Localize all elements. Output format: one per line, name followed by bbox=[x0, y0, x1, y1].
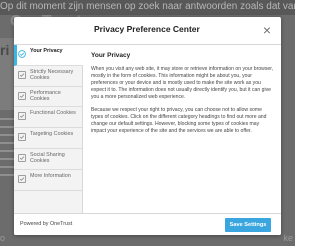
check-square-icon bbox=[18, 70, 26, 79]
tab-performance-cookies[interactable]: Performance Cookies bbox=[14, 87, 82, 108]
save-settings-button[interactable]: Save Settings bbox=[225, 218, 271, 232]
tab-label: Performance Cookies bbox=[30, 89, 61, 102]
tab-social-sharing-cookies[interactable]: Social Sharing Cookies bbox=[14, 149, 82, 170]
category-sidebar: Your Privacy Strictly Necessary Cookies Pe… bbox=[14, 45, 83, 213]
tab-label: Strictly Necessary Cookies bbox=[30, 68, 74, 81]
check-square-icon bbox=[18, 91, 26, 100]
tab-more-information[interactable]: More Information bbox=[14, 170, 82, 191]
tab-strictly-necessary-cookies[interactable]: Strictly Necessary Cookies bbox=[14, 66, 82, 87]
content-paragraph: When you visit any web site, it may stor… bbox=[91, 66, 274, 100]
check-circle-icon bbox=[18, 50, 26, 58]
modal-title: Privacy Preference Center bbox=[94, 24, 200, 34]
check-square-icon bbox=[18, 154, 26, 162]
close-icon[interactable]: × bbox=[260, 23, 274, 37]
modal-header: Privacy Preference Center × bbox=[14, 17, 281, 45]
content-paragraph: Because we respect your right to privacy… bbox=[91, 107, 267, 134]
tab-label: Social Sharing Cookies bbox=[30, 151, 65, 165]
background-bottom-right-text: ke bbox=[283, 233, 293, 243]
check-square-icon bbox=[18, 174, 26, 183]
content-panel: Your Privacy When you visit any web site… bbox=[91, 52, 275, 141]
tab-your-privacy[interactable]: Your Privacy bbox=[14, 45, 83, 66]
check-square-icon bbox=[18, 133, 26, 141]
page: Op dit moment zijn mensen op zoek naar a… bbox=[0, 0, 295, 246]
tab-label: Your Privacy bbox=[30, 48, 63, 54]
tab-label: Targeting Cookies bbox=[30, 131, 74, 138]
modal-footer: Powered by OneTrust Save Settings bbox=[14, 213, 281, 235]
background-bottom-text: o bbox=[0, 233, 6, 243]
tab-targeting-cookies[interactable]: Targeting Cookies bbox=[14, 128, 82, 149]
powered-by-text: Powered by OneTrust bbox=[20, 221, 73, 227]
background-banner-text: Op dit moment zijn mensen op zoek naar a… bbox=[0, 1, 295, 12]
check-square-icon bbox=[18, 112, 26, 121]
onetrust-logo bbox=[20, 20, 82, 42]
privacy-preference-modal: Privacy Preference Center × Your Privacy… bbox=[14, 17, 281, 235]
tab-label: More Information bbox=[30, 172, 71, 179]
tab-label: Functional Cookies bbox=[30, 110, 76, 117]
content-title: Your Privacy bbox=[91, 52, 131, 59]
background-partial-heading: ri bbox=[0, 42, 10, 58]
tab-functional-cookies[interactable]: Functional Cookies bbox=[14, 107, 82, 129]
